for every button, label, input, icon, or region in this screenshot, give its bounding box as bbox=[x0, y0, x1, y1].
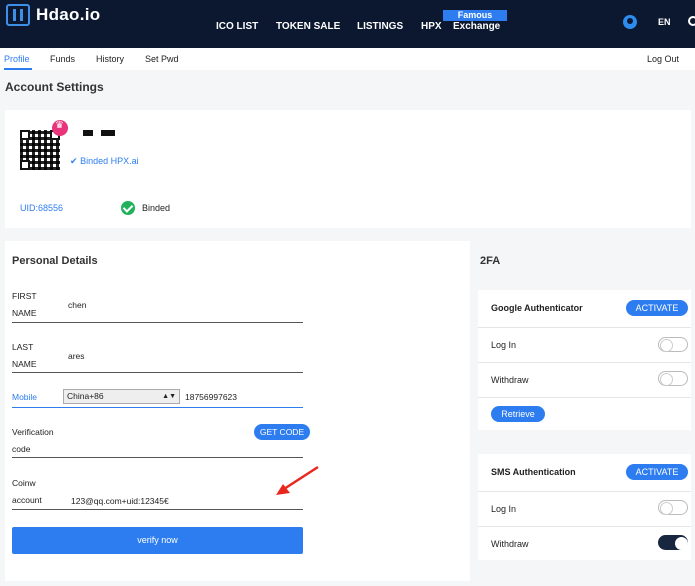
famous-badge: Famous bbox=[443, 10, 507, 21]
last-name-label: LAST bbox=[12, 342, 34, 352]
google-withdraw-label: Withdraw bbox=[491, 375, 529, 385]
first-name-input[interactable]: chen bbox=[68, 300, 86, 310]
sms-auth-card: SMS Authentication ACTIVATE Log In Withd… bbox=[478, 454, 691, 560]
check-icon bbox=[121, 201, 135, 215]
country-code-select[interactable]: China+86 ▲▼ bbox=[63, 389, 180, 404]
coinw-label: Coinw bbox=[12, 478, 36, 488]
active-tab-indicator bbox=[4, 68, 32, 70]
qr-corner bbox=[20, 130, 30, 140]
google-login-row: Log In bbox=[478, 327, 691, 362]
mobile-field[interactable]: Mobile China+86 ▲▼ 18756997623 bbox=[12, 389, 303, 408]
first-name-label: NAME bbox=[12, 308, 37, 318]
nav-hpx[interactable]: HPX bbox=[421, 21, 442, 32]
last-name-field[interactable]: LAST NAME ares bbox=[12, 339, 303, 373]
coinw-label: account bbox=[12, 495, 42, 505]
last-name-label: NAME bbox=[12, 359, 37, 369]
google-auth-card: Google Authenticator ACTIVATE Log In Wit… bbox=[478, 290, 691, 430]
page-title: Account Settings bbox=[5, 80, 104, 94]
sms-withdraw-toggle[interactable] bbox=[658, 535, 688, 550]
sms-withdraw-label: Withdraw bbox=[491, 539, 529, 549]
sms-activate-button[interactable]: ACTIVATE bbox=[626, 464, 688, 480]
select-arrow-icon: ▲▼ bbox=[162, 393, 176, 400]
logo-icon bbox=[6, 4, 30, 26]
first-name-field[interactable]: FIRST NAME chen bbox=[12, 288, 303, 323]
qr-code bbox=[20, 130, 60, 170]
uid-label: UID:68556 bbox=[20, 203, 64, 213]
retrieve-button[interactable]: Retrieve bbox=[491, 406, 545, 422]
country-code-value: China+86 bbox=[67, 391, 104, 401]
binded-hpx-link[interactable]: ✔ Binded HPX.ai bbox=[70, 156, 139, 167]
redacted-name bbox=[101, 130, 115, 136]
sms-login-row: Log In bbox=[478, 491, 691, 526]
tab-history[interactable]: History bbox=[96, 54, 124, 64]
google-retrieve-row: Retrieve bbox=[478, 397, 691, 430]
nav-ico-list[interactable]: ICO LIST bbox=[216, 21, 258, 32]
verification-label: Verification bbox=[12, 427, 54, 437]
logo[interactable]: Hdao.io bbox=[6, 4, 100, 26]
get-code-button[interactable]: GET CODE bbox=[254, 424, 310, 440]
binded-status: Binded bbox=[142, 203, 171, 213]
mobile-input[interactable]: 18756997623 bbox=[185, 392, 237, 402]
sub-navbar: Profile Funds History Set Pwd Log Out bbox=[0, 48, 695, 70]
verify-now-button[interactable]: verify now bbox=[12, 527, 303, 554]
tab-funds[interactable]: Funds bbox=[50, 54, 75, 64]
sms-auth-title: SMS Authentication bbox=[491, 467, 576, 477]
personal-details-title: Personal Details bbox=[12, 255, 98, 267]
top-navbar: Hdao.io ICO LIST TOKEN SALE LISTINGS HPX… bbox=[0, 0, 695, 48]
google-activate-button[interactable]: ACTIVATE bbox=[626, 300, 688, 316]
google-login-label: Log In bbox=[491, 340, 517, 350]
nav-listings[interactable]: LISTINGS bbox=[357, 21, 403, 32]
last-name-input[interactable]: ares bbox=[68, 351, 85, 361]
annotation-arrow-icon bbox=[276, 465, 319, 495]
google-withdraw-row: Withdraw bbox=[478, 362, 691, 397]
google-auth-title: Google Authenticator bbox=[491, 303, 583, 313]
logout-link[interactable]: Log Out bbox=[647, 54, 679, 64]
google-login-toggle[interactable] bbox=[658, 337, 688, 352]
account-card: ✔ Binded HPX.ai UID:68556 Binded bbox=[5, 110, 691, 228]
coinw-account-field[interactable]: Coinw account 123@qq.com+uid:12345€ bbox=[12, 475, 303, 510]
verification-code-field[interactable]: Verification code GET CODE bbox=[12, 424, 310, 458]
google-withdraw-toggle[interactable] bbox=[658, 371, 688, 386]
crown-icon bbox=[52, 120, 68, 136]
gear-icon[interactable] bbox=[688, 16, 695, 26]
tab-profile[interactable]: Profile bbox=[4, 54, 30, 64]
binded-hpx-text: Binded HPX.ai bbox=[80, 156, 139, 166]
twofa-title: 2FA bbox=[480, 255, 501, 267]
verified-icon: ✔ bbox=[70, 156, 78, 166]
redacted-name bbox=[83, 130, 93, 136]
nav-exchange[interactable]: Exchange bbox=[453, 21, 500, 32]
logo-text: Hdao.io bbox=[36, 5, 101, 24]
nav-token-sale[interactable]: TOKEN SALE bbox=[276, 21, 340, 32]
user-icon[interactable] bbox=[623, 15, 637, 29]
mobile-label: Mobile bbox=[12, 392, 38, 402]
coinw-account-input[interactable]: 123@qq.com+uid:12345€ bbox=[71, 496, 169, 506]
language-selector[interactable]: EN bbox=[658, 17, 671, 27]
sms-withdraw-row: Withdraw bbox=[478, 526, 691, 560]
first-name-label: FIRST bbox=[12, 291, 37, 301]
sms-login-label: Log In bbox=[491, 504, 517, 514]
personal-details-card: Personal Details FIRST NAME chen LAST NA… bbox=[5, 241, 470, 581]
qr-corner bbox=[20, 160, 30, 170]
tab-set-pwd[interactable]: Set Pwd bbox=[145, 54, 179, 64]
sms-login-toggle[interactable] bbox=[658, 500, 688, 515]
verification-label: code bbox=[12, 444, 31, 454]
